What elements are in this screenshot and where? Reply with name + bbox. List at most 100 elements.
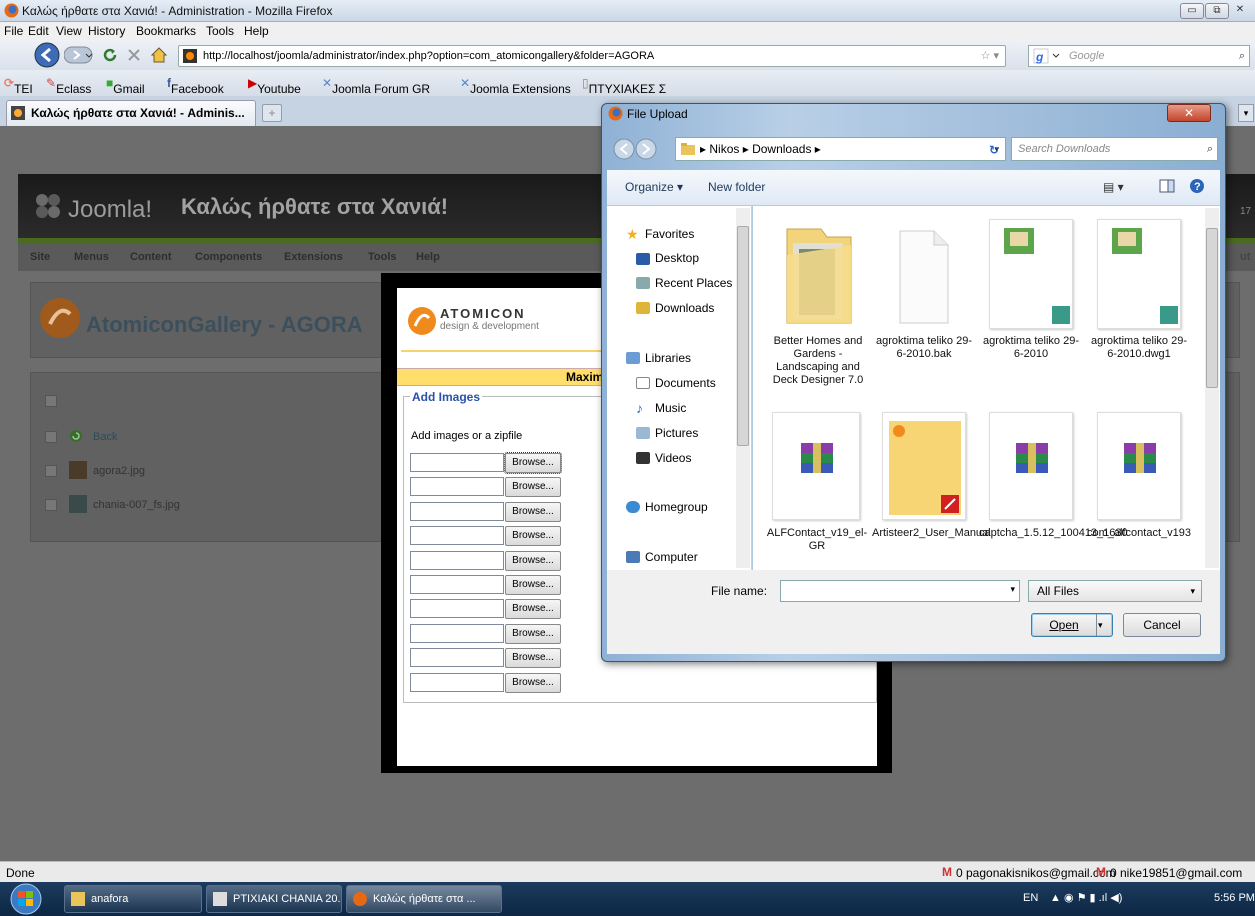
select-all-checkbox[interactable] <box>45 395 57 407</box>
nav-music[interactable]: Music <box>655 401 686 415</box>
dwg-file-icon[interactable] <box>1097 219 1181 329</box>
breadcrumb-nikos[interactable]: Nikos <box>709 142 739 156</box>
browse-button[interactable]: Browse... <box>505 477 561 498</box>
menu-edit[interactable]: Edit <box>28 24 49 38</box>
file-path-input[interactable] <box>410 526 504 546</box>
organize-button[interactable]: Organize ▾ <box>625 180 683 194</box>
file-path-input[interactable] <box>410 648 504 668</box>
nav-computer[interactable]: Computer <box>645 550 698 564</box>
refresh-icon[interactable]: ↻ <box>989 143 999 157</box>
joomla-menu-help[interactable]: Help <box>416 251 440 263</box>
start-button[interactable] <box>6 883 46 915</box>
joomla-menu-components[interactable]: Components <box>195 251 262 263</box>
browse-button[interactable]: Browse... <box>505 672 561 693</box>
nav-recent-places[interactable]: Recent Places <box>655 276 732 290</box>
joomla-menu-logout[interactable]: ut <box>1240 251 1250 263</box>
gmail-icon[interactable]: M <box>942 865 952 879</box>
file-path-input[interactable] <box>410 599 504 619</box>
joomla-menu-tools[interactable]: Tools <box>368 251 397 263</box>
joomla-menu-extensions[interactable]: Extensions <box>284 251 343 263</box>
gallery-row-back[interactable]: Back <box>93 431 117 443</box>
bookmark-facebook[interactable]: f Facebook <box>167 76 224 96</box>
address-breadcrumb[interactable]: ▸ Nikos ▸ Downloads ▸ ▾ <box>675 137 1006 161</box>
generic-file-icon[interactable] <box>898 217 950 325</box>
file-label[interactable]: com_alfcontact_v193 <box>1087 527 1191 540</box>
preview-pane-icon[interactable] <box>1159 178 1175 194</box>
folder-large-icon[interactable] <box>777 215 859 327</box>
close-window-button[interactable]: ✕ <box>1230 3 1250 19</box>
gmail-icon[interactable]: M <box>1096 865 1106 879</box>
taskbar-item-ptixiaki[interactable]: PTIXIAKI CHANIA 20... <box>206 885 342 913</box>
stop-icon[interactable] <box>126 47 142 63</box>
menu-view[interactable]: View <box>56 24 82 38</box>
file-path-input[interactable] <box>410 477 504 497</box>
browse-button[interactable]: Browse... <box>504 452 562 474</box>
menu-bookmarks[interactable]: Bookmarks <box>136 24 196 38</box>
minimize-button[interactable]: ▭ <box>1180 3 1204 19</box>
menu-help[interactable]: Help <box>244 24 269 38</box>
browse-button[interactable]: Browse... <box>505 599 561 620</box>
browse-button[interactable]: Browse... <box>505 648 561 669</box>
bookmark-gmail[interactable]: ■ Gmail <box>106 76 145 96</box>
maximize-button[interactable]: ⧉ <box>1205 3 1229 19</box>
file-name-dropdown-icon[interactable]: ▾ <box>1010 584 1015 595</box>
rar-archive-icon[interactable] <box>1097 412 1181 520</box>
browse-button[interactable]: Browse... <box>505 623 561 644</box>
tab-joomla-admin[interactable]: Καλώς ήρθατε στα Χανιά! - Adminis... <box>6 100 256 126</box>
rar-archive-icon[interactable] <box>772 412 860 520</box>
nav-documents[interactable]: Documents <box>655 376 716 390</box>
joomla-menu-site[interactable]: Site <box>30 251 50 263</box>
nav-pictures[interactable]: Pictures <box>655 426 698 440</box>
row-checkbox[interactable] <box>45 431 57 443</box>
rar-archive-icon[interactable] <box>989 412 1073 520</box>
star-icon[interactable]: ☆ ▾ <box>981 46 999 66</box>
views-icon[interactable]: ▤ ▾ <box>1103 180 1124 194</box>
nav-homegroup[interactable]: Homegroup <box>645 500 708 514</box>
cancel-button[interactable]: Cancel <box>1123 613 1201 637</box>
file-path-input[interactable] <box>410 575 504 594</box>
row-checkbox[interactable] <box>45 499 57 511</box>
joomla-menu-content[interactable]: Content <box>130 251 172 263</box>
file-label[interactable]: Artisteer2_User_Manual <box>872 527 991 540</box>
new-folder-button[interactable]: New folder <box>708 180 765 194</box>
file-path-input[interactable] <box>410 672 504 692</box>
tab-list-button[interactable]: ▾ <box>1238 104 1254 122</box>
file-label[interactable]: agroktima teliko 29-6-2010.dwg1 <box>1087 335 1191 361</box>
file-name-input[interactable]: ▾ <box>780 580 1020 602</box>
gmail-notifier-2[interactable]: 0 nike19851@gmail.com <box>1110 866 1242 880</box>
browse-button[interactable]: Browse... <box>505 550 561 571</box>
nav-scrollbar[interactable] <box>736 208 750 568</box>
file-scroll-thumb[interactable] <box>1206 228 1218 388</box>
browse-button[interactable]: Browse... <box>505 575 561 595</box>
nav-videos[interactable]: Videos <box>655 451 691 465</box>
file-path-input[interactable] <box>410 501 504 521</box>
bookmark-ptyxiakes[interactable]: ▯ ΠΤΥΧΙΑΚΕΣ Σ <box>582 76 666 96</box>
joomla-menu-menus[interactable]: Menus <box>74 251 109 263</box>
dwg-file-icon[interactable] <box>989 219 1073 329</box>
menu-history[interactable]: History <box>88 24 125 38</box>
help-icon[interactable]: ? <box>1189 178 1205 194</box>
gmail-notifier-1[interactable]: 0 pagonakisnikos@gmail.com <box>956 866 1116 880</box>
file-path-input[interactable] <box>410 453 504 472</box>
reload-icon[interactable] <box>102 47 118 63</box>
nav-downloads[interactable]: Downloads <box>655 301 714 315</box>
file-path-input[interactable] <box>410 550 504 570</box>
dialog-back-icon[interactable] <box>612 137 660 161</box>
menu-tools[interactable]: Tools <box>206 24 234 38</box>
gallery-row-file[interactable]: agora2.jpg <box>93 465 145 477</box>
file-label[interactable]: agroktima teliko 29-6-2010.bak <box>872 335 976 361</box>
file-label[interactable]: Better Homes and Gardens - Landscaping a… <box>765 335 871 387</box>
bookmark-eclass[interactable]: ✎ Eclass <box>46 76 91 96</box>
clock[interactable]: 5:56 PM <box>1214 892 1255 904</box>
nav-favorites[interactable]: Favorites <box>645 227 694 241</box>
language-indicator[interactable]: EN <box>1023 892 1038 904</box>
magnifier-icon[interactable]: ⌕ <box>1239 46 1245 66</box>
nav-libraries[interactable]: Libraries <box>645 351 691 365</box>
taskbar-item-anafora[interactable]: anafora <box>64 885 202 913</box>
browse-button[interactable]: Browse... <box>505 526 561 547</box>
file-label[interactable]: captcha_1.5.12_100413_1630 <box>979 527 1128 540</box>
nav-scroll-thumb[interactable] <box>737 226 749 446</box>
file-label[interactable]: agroktima teliko 29-6-2010 <box>979 335 1083 361</box>
row-checkbox[interactable] <box>45 465 57 477</box>
open-dropdown-icon[interactable]: ▾ <box>1098 614 1103 636</box>
